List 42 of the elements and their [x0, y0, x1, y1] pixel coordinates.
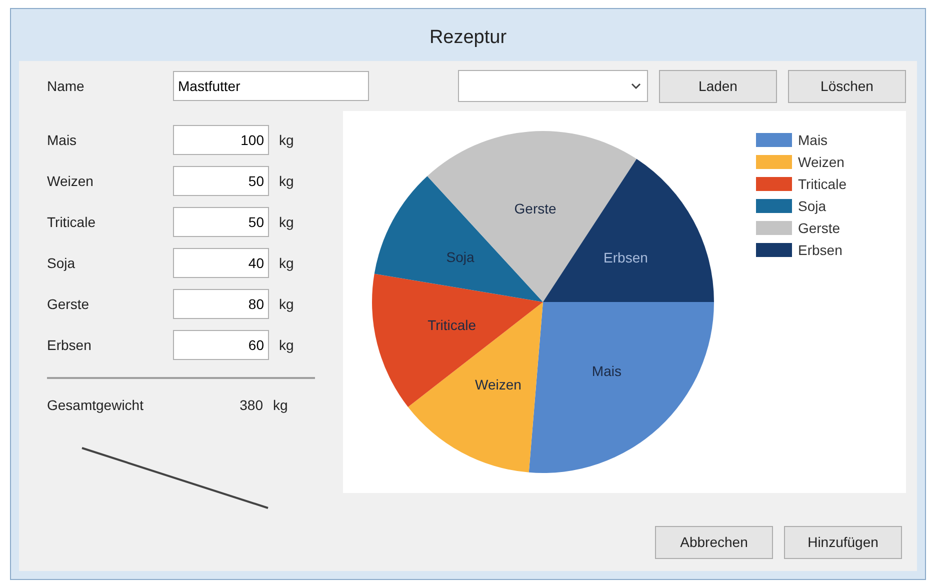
ingredient-label: Soja [47, 254, 76, 273]
legend-label: Triticale [798, 177, 846, 191]
unit-label: kg [279, 294, 294, 314]
field-label: Name [47, 76, 86, 96]
name-field[interactable]: Mastfutter [173, 71, 369, 101]
dialog-button[interactable]: Hinzufügen [784, 526, 902, 559]
dialog-button[interactable]: Laden [659, 70, 777, 102]
unit-label: kg [279, 172, 294, 191]
amount-field[interactable]: 50 [173, 166, 269, 196]
slice-label: Weizen [475, 376, 522, 393]
unit-label: kg [279, 212, 294, 232]
unit-label: kg [279, 336, 294, 355]
slice-label: Triticale [428, 317, 476, 334]
dialog-button[interactable]: Abbrechen [655, 526, 773, 559]
chevron-down-icon [631, 83, 641, 89]
total-label: Gesamtgewicht [47, 396, 144, 415]
slice-label: Gerste [514, 200, 556, 216]
legend-label: Soja [798, 199, 826, 213]
unit-label: kg [273, 396, 288, 415]
recipe-dropdown[interactable] [458, 70, 648, 102]
unit-label: kg [279, 254, 294, 273]
slice-label: Mais [592, 363, 622, 380]
amount-field[interactable]: 100 [173, 125, 269, 155]
amount-field[interactable]: 50 [173, 207, 269, 237]
amount-field[interactable]: 40 [173, 248, 269, 278]
slice-label: Soja [446, 249, 474, 266]
total-value: 380 [238, 396, 263, 414]
ingredient-label: Weizen [47, 172, 94, 190]
legend-label: Mais [798, 133, 828, 147]
amount-field[interactable]: 80 [173, 289, 269, 319]
dialog-button[interactable]: Löschen [788, 70, 906, 102]
window-title: Rezeptur [429, 26, 507, 50]
unit-label: kg [279, 130, 294, 150]
ingredient-label: Gerste [47, 294, 90, 314]
legend-label: Gerste [798, 221, 840, 235]
legend-label: Erbsen [798, 243, 842, 257]
legend-label: Weizen [798, 155, 844, 169]
ingredient-label: Erbsen [47, 336, 92, 354]
ingredient-label: Mais [47, 130, 78, 150]
ingredient-label: Triticale [47, 212, 96, 232]
slice-label: Erbsen [604, 249, 648, 266]
amount-field[interactable]: 60 [173, 330, 269, 360]
